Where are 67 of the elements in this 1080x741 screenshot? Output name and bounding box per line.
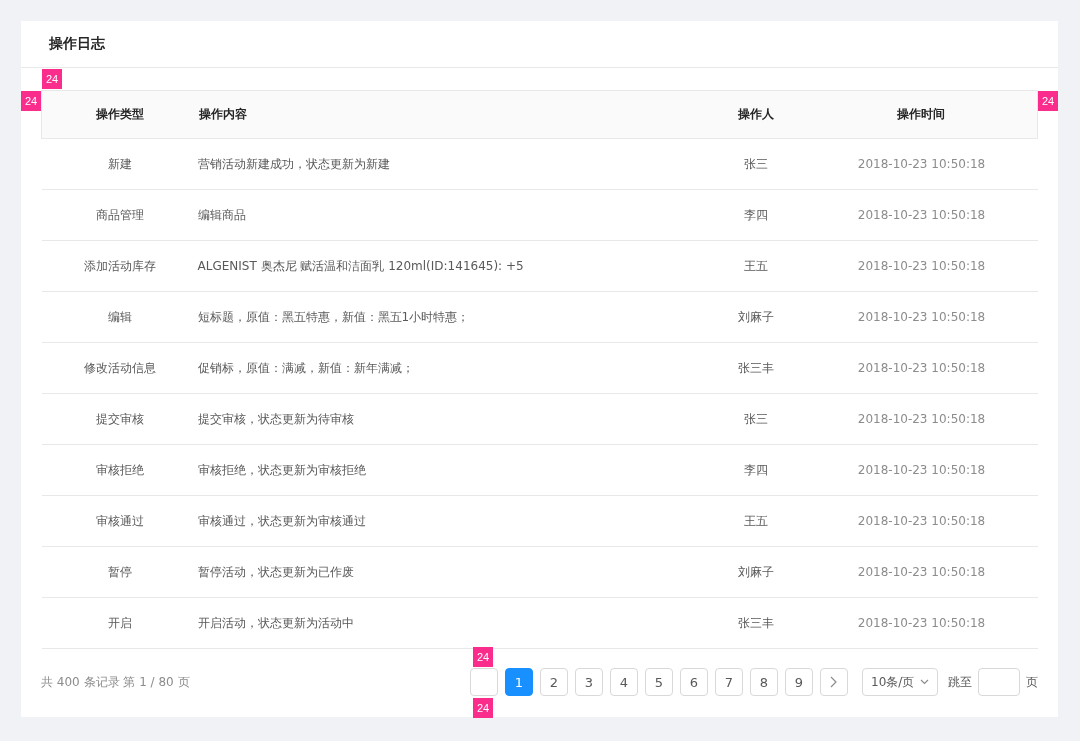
column-header: 操作类型	[41, 90, 198, 139]
page-button[interactable]: 3	[575, 668, 603, 696]
spacing-badge: 24	[473, 647, 493, 667]
table-cell: 商品管理	[41, 189, 198, 241]
page-button[interactable]: 8	[750, 668, 778, 696]
table-cell: 编辑	[41, 291, 198, 343]
column-header: 操作人	[705, 90, 806, 139]
table-cell: 张三丰	[705, 342, 806, 394]
table-cell: 促销标，原值：满减，新值：新年满减；	[197, 342, 706, 394]
table-cell: 2018-10-23 10:50:18	[805, 597, 1038, 649]
table-cell: 王五	[705, 495, 806, 547]
page-button[interactable]: 7	[715, 668, 743, 696]
spacing-badge: 24	[1038, 91, 1058, 111]
table-cell: 暂停	[41, 546, 198, 598]
table-cell: 审核通过，状态更新为审核通过	[197, 495, 706, 547]
table-cell: 2018-10-23 10:50:18	[805, 444, 1038, 496]
table-cell: 提交审核，状态更新为待审核	[197, 393, 706, 445]
spacing-badge: 24	[473, 698, 493, 718]
table-cell: 审核通过	[41, 495, 198, 547]
table-cell: 营销活动新建成功，状态更新为新建	[197, 138, 706, 190]
table-cell: 审核拒绝，状态更新为审核拒绝	[197, 444, 706, 496]
next-page-button[interactable]	[820, 668, 848, 696]
table-cell: 刘麻子	[705, 546, 806, 598]
table-cell: 2018-10-23 10:50:18	[805, 495, 1038, 547]
table-cell: 张三丰	[705, 597, 806, 649]
table-cell: 2018-10-23 10:50:18	[805, 546, 1038, 598]
table-cell: 修改活动信息	[41, 342, 198, 394]
table-cell: 提交审核	[41, 393, 198, 445]
table-cell: 2018-10-23 10:50:18	[805, 342, 1038, 394]
table-cell: 2018-10-23 10:50:18	[805, 189, 1038, 241]
column-header: 操作内容	[197, 90, 706, 139]
table-cell: 李四	[705, 444, 806, 496]
page-button[interactable]: 9	[785, 668, 813, 696]
table-cell: 编辑商品	[197, 189, 706, 241]
table-cell: 刘麻子	[705, 291, 806, 343]
table-cell: 王五	[705, 240, 806, 292]
spacing-badge: 24	[21, 91, 41, 111]
table-cell: 张三	[705, 393, 806, 445]
page-size-select[interactable]: 10条/页	[862, 668, 938, 696]
chevron-right-icon	[830, 676, 838, 688]
page-button[interactable]: 4	[610, 668, 638, 696]
table-cell: 张三	[705, 138, 806, 190]
table-cell: 李四	[705, 189, 806, 241]
table-cell: 短标题，原值：黑五特惠，新值：黑五1小时特惠；	[197, 291, 706, 343]
caret-icon	[920, 679, 929, 685]
jump-suffix: 页	[1026, 673, 1038, 691]
table-cell: 2018-10-23 10:50:18	[805, 138, 1038, 190]
table-cell: 审核拒绝	[41, 444, 198, 496]
table-cell: 2018-10-23 10:50:18	[805, 393, 1038, 445]
record-summary: 共 400 条记录 第 1 / 80 页	[41, 673, 191, 691]
column-header: 操作时间	[805, 90, 1038, 139]
table-cell: ALGENIST 奥杰尼 赋活温和洁面乳 120ml(ID:141645): +5	[197, 240, 706, 292]
table-cell: 开启活动，状态更新为活动中	[197, 597, 706, 649]
prev-page-button[interactable]	[470, 668, 498, 696]
table-cell: 新建	[41, 138, 198, 190]
table-cell: 开启	[41, 597, 198, 649]
jump-input-field[interactable]	[978, 668, 1020, 696]
card-title: 操作日志	[21, 21, 1058, 68]
jump-label: 跳至	[948, 673, 972, 691]
table-cell: 2018-10-23 10:50:18	[805, 240, 1038, 292]
page-button[interactable]: 6	[680, 668, 708, 696]
table-cell: 暂停活动，状态更新为已作废	[197, 546, 706, 598]
page-button[interactable]: 2	[540, 668, 568, 696]
table-cell: 添加活动库存	[41, 240, 198, 292]
spacing-badge: 24	[42, 69, 62, 89]
table-cell: 2018-10-23 10:50:18	[805, 291, 1038, 343]
page-button[interactable]: 5	[645, 668, 673, 696]
